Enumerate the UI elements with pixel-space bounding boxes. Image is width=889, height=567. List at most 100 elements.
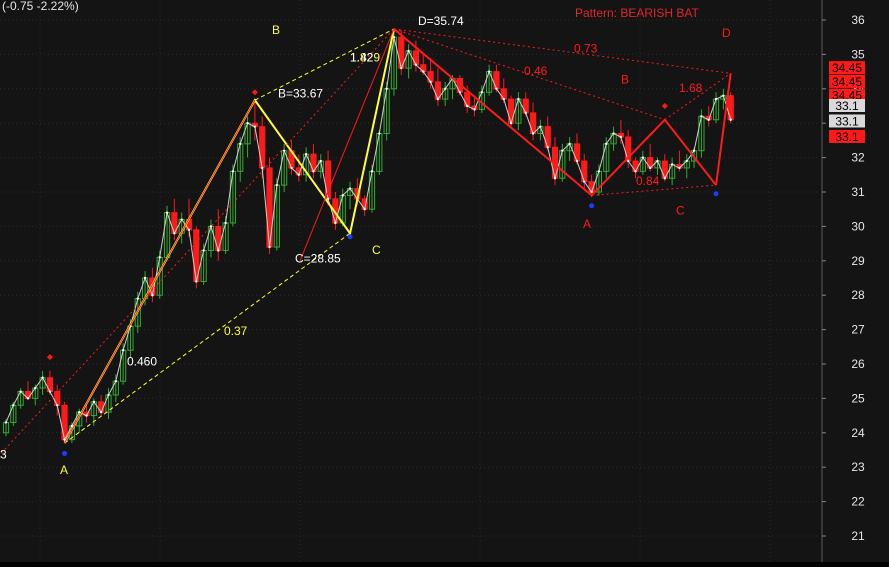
close-point: [151, 294, 154, 297]
close-point: [685, 159, 688, 163]
pattern-annotation: 1.68: [679, 81, 703, 95]
close-point: [509, 122, 513, 125]
candle-body: [46, 377, 54, 393]
y-axis-tick-label: 22: [851, 495, 865, 509]
close-point: [26, 397, 30, 400]
price-tags: 34.4534.4534.4533.133.133.1: [829, 61, 865, 144]
close-point: [634, 170, 637, 173]
close-point: [531, 132, 535, 135]
y-axis-tick-label: 30: [851, 219, 865, 233]
y-axis-tick-label: 25: [851, 391, 865, 405]
price-tag-label: 33.1: [835, 99, 859, 113]
close-point: [641, 156, 645, 159]
close-point: [290, 166, 293, 170]
y-axis-tick-label: 29: [851, 254, 865, 268]
close-point: [612, 132, 615, 135]
pattern-annotation: B=33.67: [278, 86, 323, 100]
close-point: [670, 163, 674, 166]
candle-body: [215, 225, 222, 251]
pattern-title: Pattern: BEARISH BAT: [575, 6, 699, 20]
close-point: [180, 218, 183, 221]
price-tag-label: 33.1: [835, 114, 859, 128]
close-point: [487, 70, 491, 73]
price-chart[interactable]: BB=33.671.8291.42D=35.740.4600.37C=28.85…: [0, 0, 889, 562]
pattern-annotation: 1.42: [350, 50, 374, 64]
close-point: [627, 159, 630, 163]
candle-body: [581, 160, 588, 183]
candle-body: [529, 112, 537, 135]
close-point: [217, 249, 220, 252]
pattern-annotation: B: [272, 23, 280, 37]
close-point: [114, 380, 118, 383]
close-point: [19, 390, 22, 393]
close-point: [656, 159, 659, 163]
close-point: [663, 177, 666, 180]
y-axis-tick-label: 36: [851, 13, 865, 27]
pattern-annotation: C: [372, 243, 381, 257]
close-point: [158, 256, 161, 259]
close-point: [231, 170, 235, 173]
close-point: [692, 149, 696, 152]
close-point: [524, 111, 527, 115]
close-point: [700, 115, 703, 118]
pivot-low-marker: [713, 191, 719, 197]
close-point: [370, 170, 374, 173]
close-point: [85, 414, 88, 417]
close-point: [436, 97, 440, 101]
close-point: [561, 149, 564, 152]
close-point: [583, 180, 586, 183]
close-point: [78, 410, 81, 414]
close-point: [297, 173, 300, 176]
chart-area[interactable]: B B=33.67 1.829 1.42 D=35.74 0.460 0.37 C=28.85…: [0, 0, 889, 562]
close-point: [400, 66, 403, 70]
close-point: [385, 87, 388, 91]
y-axis-tick-label: 31: [851, 185, 865, 199]
close-point: [539, 125, 542, 128]
pattern-annotation: 0.73: [574, 42, 598, 56]
candle-body: [500, 88, 507, 100]
candle-body: [632, 160, 639, 172]
candle-body: [259, 126, 266, 169]
close-point: [597, 170, 601, 173]
price-tag-label: 34.45: [832, 75, 862, 89]
y-axis-tick-label: 32: [851, 151, 865, 165]
close-point: [546, 146, 549, 149]
close-point: [678, 166, 681, 170]
close-point: [707, 118, 710, 121]
candle-body: [493, 71, 500, 90]
close-point: [92, 400, 96, 404]
close-point: [268, 245, 271, 249]
candle-body: [544, 126, 551, 148]
close-point: [107, 393, 110, 397]
price-tag-label: 34.45: [832, 61, 862, 75]
close-point: [502, 97, 505, 101]
close-point: [480, 91, 483, 94]
close-point: [517, 97, 520, 101]
close-point: [121, 349, 125, 352]
close-point: [319, 159, 322, 163]
close-point: [722, 94, 725, 97]
candle-body: [427, 71, 434, 83]
close-point: [619, 135, 623, 139]
close-point: [41, 376, 44, 379]
close-point: [407, 49, 410, 53]
pattern-annotation: 0.46: [524, 64, 548, 78]
pattern-annotation: A: [60, 463, 68, 477]
close-point: [458, 91, 462, 94]
candle-body: [573, 143, 581, 162]
close-point: [4, 421, 8, 424]
y-axis-tick-label: 24: [851, 426, 865, 440]
close-point: [261, 166, 264, 170]
close-point: [575, 159, 579, 163]
pattern-annotation: D=35.74: [418, 14, 464, 28]
pattern-annotation: 0.460: [127, 355, 157, 369]
close-point: [429, 80, 432, 84]
close-point: [605, 142, 608, 146]
close-point: [56, 404, 59, 407]
close-point: [99, 410, 103, 414]
pattern-annotation: 0.37: [224, 324, 248, 338]
close-point: [239, 142, 242, 146]
pattern-annotation: C: [676, 203, 685, 217]
close-point: [714, 97, 718, 101]
close-point: [348, 187, 352, 190]
